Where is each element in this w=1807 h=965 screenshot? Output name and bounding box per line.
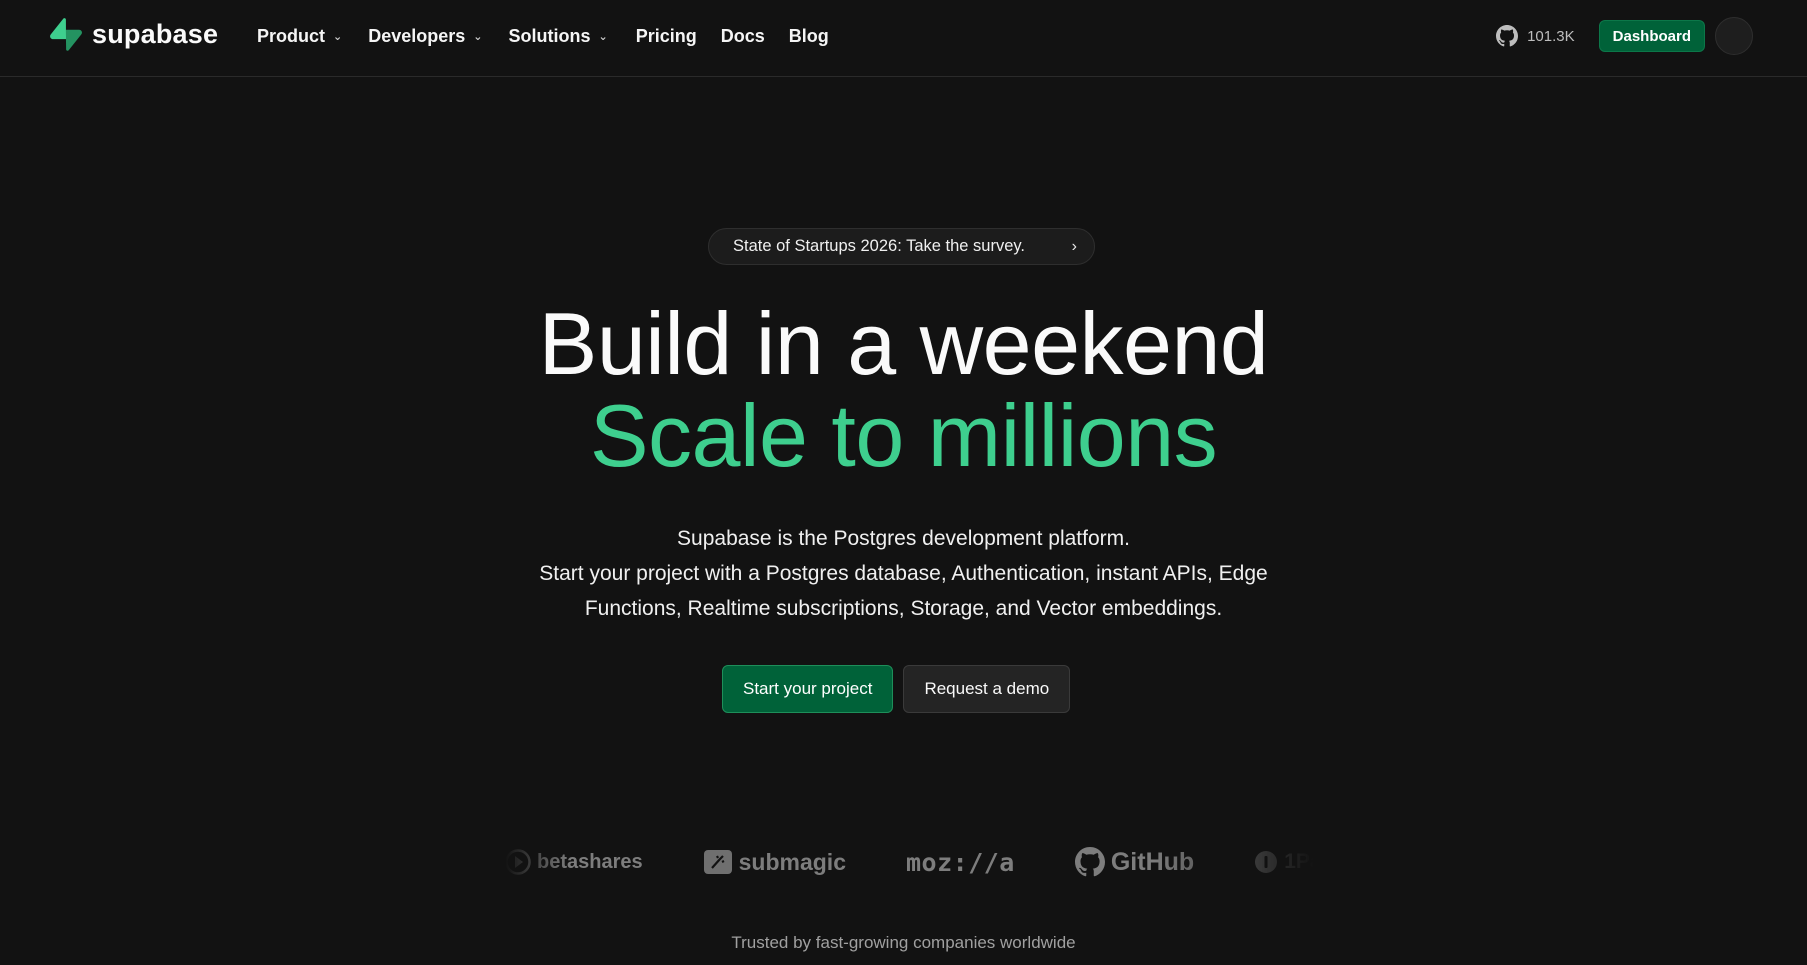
brand-name: submagic: [738, 848, 846, 875]
nav-item-pricing[interactable]: Pricing: [636, 22, 697, 51]
brand-name: GitHub: [1110, 847, 1195, 876]
mozilla-logo: moz://a: [906, 848, 1015, 877]
github-icon: [1496, 25, 1519, 47]
customer-logos: betashares submagic moz://a GitHub 1Pass…: [505, 840, 1315, 884]
chevron-down-icon: ⌄: [473, 31, 483, 43]
1password-mark-icon: [1255, 851, 1278, 873]
hero-subtitle: Supabase is the Postgres development pla…: [0, 521, 1807, 626]
subtitle-line-3: Functions, Realtime subscriptions, Stora…: [584, 597, 1223, 620]
announcement-pill[interactable]: State of Startups 2026: Take the survey.…: [708, 228, 1095, 265]
nav-item-solutions[interactable]: Solutions ⌄: [509, 22, 608, 51]
nav-item-docs[interactable]: Docs: [721, 22, 765, 51]
start-project-button[interactable]: Start your project: [722, 665, 894, 713]
headline-line-2: Scale to millions: [589, 386, 1218, 485]
github-star-count: 101.3K: [1527, 27, 1575, 45]
hero-cta-row: Start your project Request a demo: [722, 665, 1071, 713]
nav-actions: 101.3K Dashboard: [1496, 17, 1753, 55]
1password-logo: 1Password: [1254, 850, 1315, 874]
submagic-logo: submagic: [703, 848, 846, 876]
brand-name: moz://a: [906, 847, 1015, 877]
supabase-bolt-icon: [50, 18, 82, 51]
chevron-down-icon: ⌄: [333, 31, 343, 43]
nav-item-label: Developers: [368, 26, 466, 46]
github-logo: GitHub: [1074, 847, 1195, 877]
subtitle-line-1: Supabase is the Postgres development pla…: [677, 527, 1130, 550]
github-stars-link[interactable]: 101.3K: [1496, 25, 1575, 47]
chevron-down-icon: ⌄: [598, 31, 608, 43]
dashboard-button[interactable]: Dashboard: [1598, 20, 1705, 52]
nav-item-product[interactable]: Product ⌄: [257, 22, 342, 51]
nav-item-label: Product: [257, 26, 326, 46]
headline-line-1: Build in a weekend: [538, 294, 1269, 393]
supabase-logo[interactable]: supabase: [50, 18, 218, 51]
submagic-mark-icon: [703, 850, 732, 874]
trusted-caption: Trusted by fast-growing companies worldw…: [731, 933, 1076, 952]
hero-headline: Build in a weekend Scale to millions: [0, 298, 1807, 482]
top-navigation: supabase Product ⌄ Developers ⌄ Solution…: [0, 0, 1807, 77]
github-mark-icon: [1074, 847, 1105, 877]
main-menu: Product ⌄ Developers ⌄ Solutions ⌄ Prici…: [257, 22, 829, 51]
nav-item-label: Pricing: [635, 26, 697, 46]
logo-wordmark: supabase: [92, 19, 219, 49]
subtitle-line-2: Start your project with a Postgres datab…: [539, 562, 1268, 585]
avatar[interactable]: [1715, 17, 1753, 55]
brand-name: betashares: [537, 850, 643, 873]
betashares-mark-icon: [505, 849, 531, 875]
request-demo-button[interactable]: Request a demo: [903, 665, 1071, 713]
nav-item-label: Docs: [720, 26, 765, 46]
betashares-logo: betashares: [505, 849, 643, 875]
nav-item-label: Blog: [788, 26, 829, 46]
nav-item-developers[interactable]: Developers ⌄: [368, 22, 482, 51]
brand-name: 1Password: [1284, 850, 1315, 873]
nav-item-label: Solutions: [508, 26, 591, 46]
chevron-right-icon: ›: [1071, 237, 1077, 255]
announcement-text: State of Startups 2026: Take the survey.: [733, 237, 1025, 255]
nav-item-blog[interactable]: Blog: [789, 22, 829, 51]
